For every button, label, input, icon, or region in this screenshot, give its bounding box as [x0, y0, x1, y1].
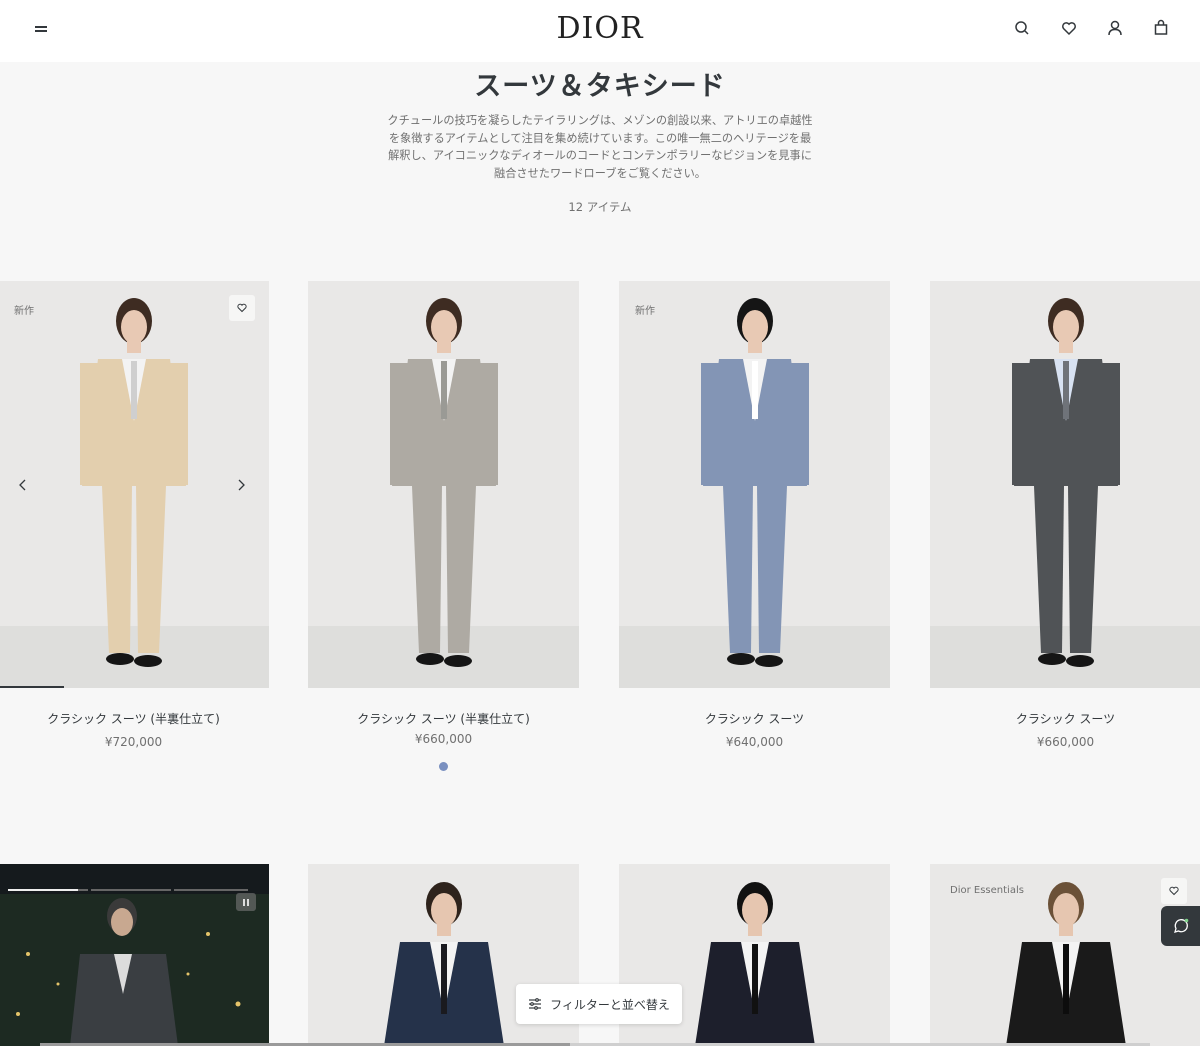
filter-sort-label: フィルターと並べ替え — [550, 997, 670, 1012]
category-description: クチュールの技巧を凝らしたテイラリングは、メゾンの創設以来、アトリエの卓越性 を… — [375, 112, 825, 182]
next-image-icon[interactable] — [234, 477, 248, 491]
product-card[interactable]: Dior Essentials — [930, 864, 1200, 1046]
suit-trousers — [723, 486, 753, 653]
tie — [441, 944, 447, 1014]
product-name[interactable]: クラシック スーツ (半裏仕立て) — [0, 710, 269, 727]
product-card[interactable]: 新作 クラシック スーツ ¥640,000 — [619, 281, 890, 761]
previous-image-icon[interactable] — [16, 477, 30, 491]
suit-trousers — [1068, 486, 1098, 653]
suit-sleeve — [1012, 363, 1032, 485]
suit-trousers — [757, 486, 787, 653]
product-name[interactable]: クラシック スーツ — [930, 710, 1200, 727]
model-figure — [390, 298, 498, 667]
heart-icon[interactable] — [1057, 16, 1081, 40]
chat-button[interactable] — [1161, 906, 1200, 946]
suit-sleeve — [789, 363, 809, 485]
product-card[interactable]: クラシック スーツ ¥660,000 — [930, 281, 1200, 761]
video-card[interactable] — [0, 864, 269, 1046]
suit-sleeve — [478, 363, 498, 485]
description-line: クチュールの技巧を凝らしたテイラリングは、メゾンの創設以来、アトリエの卓越性 — [387, 114, 813, 127]
product-image[interactable]: 新作 — [0, 281, 269, 688]
user-icon[interactable] — [1103, 16, 1127, 40]
suit-trousers — [412, 486, 442, 653]
campaign-video[interactable] — [0, 864, 269, 1046]
suit-trousers — [136, 486, 166, 653]
sliders-icon — [529, 998, 542, 1010]
dior-logo[interactable]: DIOR — [540, 11, 660, 46]
product-price: ¥660,000 — [1036, 735, 1095, 749]
product-price: ¥720,000 — [104, 735, 163, 749]
video-progress — [8, 876, 248, 891]
product-image[interactable] — [930, 281, 1200, 688]
item-count: 12 アイテム — [568, 200, 632, 214]
filter-sort-button[interactable]: フィルターと並べ替え — [516, 984, 682, 1024]
suit-sleeve — [390, 363, 410, 485]
color-swatch[interactable] — [439, 762, 448, 771]
suit-sleeve — [701, 363, 721, 485]
description-line: 解釈し、アイコニックなディオールのコードとコンテンポラリーなビジョンを見事に — [388, 149, 812, 163]
product-name[interactable]: クラシック スーツ — [619, 710, 890, 727]
video-frame — [0, 894, 269, 1046]
description-line: を象徴するアイテムとして注目を集め続けています。この唯一無二のヘリテージを最 — [388, 131, 812, 145]
tie — [1063, 944, 1069, 1014]
suit-sleeve — [168, 363, 188, 485]
chat-icon — [1173, 918, 1188, 933]
image-progress-bar — [0, 686, 64, 688]
pause-icon[interactable] — [236, 893, 256, 911]
product-name[interactable]: クラシック スーツ (半裏仕立て) — [308, 710, 579, 727]
product-card[interactable]: 新作 クラシック スーツ (半裏仕立て) ¥720,000 — [0, 281, 269, 761]
suit-sleeve — [1100, 363, 1120, 485]
model-figure — [1012, 298, 1120, 667]
site-header: DIOR — [0, 0, 1200, 62]
product-image[interactable] — [308, 281, 579, 688]
new-badge: 新作 — [14, 306, 34, 317]
tie — [752, 944, 758, 1014]
favorite-heart-icon[interactable] — [229, 295, 255, 321]
bag-icon[interactable] — [1149, 16, 1173, 40]
page-title: スーツ＆タキシード — [474, 71, 726, 102]
suit-trousers — [102, 486, 132, 653]
tie — [1063, 361, 1069, 419]
description-line: 融合させたワードローブをご覧ください。 — [494, 166, 706, 180]
model-figure — [80, 298, 188, 667]
search-icon[interactable] — [1010, 16, 1034, 40]
favorite-heart-icon[interactable] — [1161, 878, 1187, 904]
product-price: ¥660,000 — [414, 732, 473, 746]
tie — [441, 361, 447, 419]
product-price: ¥640,000 — [725, 735, 784, 749]
product-card[interactable]: クラシック スーツ (半裏仕立て) ¥660,000 — [308, 281, 579, 771]
product-image[interactable]: Dior Essentials — [930, 864, 1200, 1046]
new-badge: 新作 — [635, 306, 655, 317]
tie — [131, 361, 137, 419]
suit-trousers — [446, 486, 476, 653]
suit-sleeve — [80, 363, 100, 485]
model-figure — [701, 298, 809, 667]
product-image[interactable]: 新作 — [619, 281, 890, 688]
tie — [752, 361, 758, 419]
suit-trousers — [1034, 486, 1064, 653]
collection-badge: Dior Essentials — [950, 885, 1024, 896]
hamburger-icon[interactable] — [30, 18, 52, 40]
